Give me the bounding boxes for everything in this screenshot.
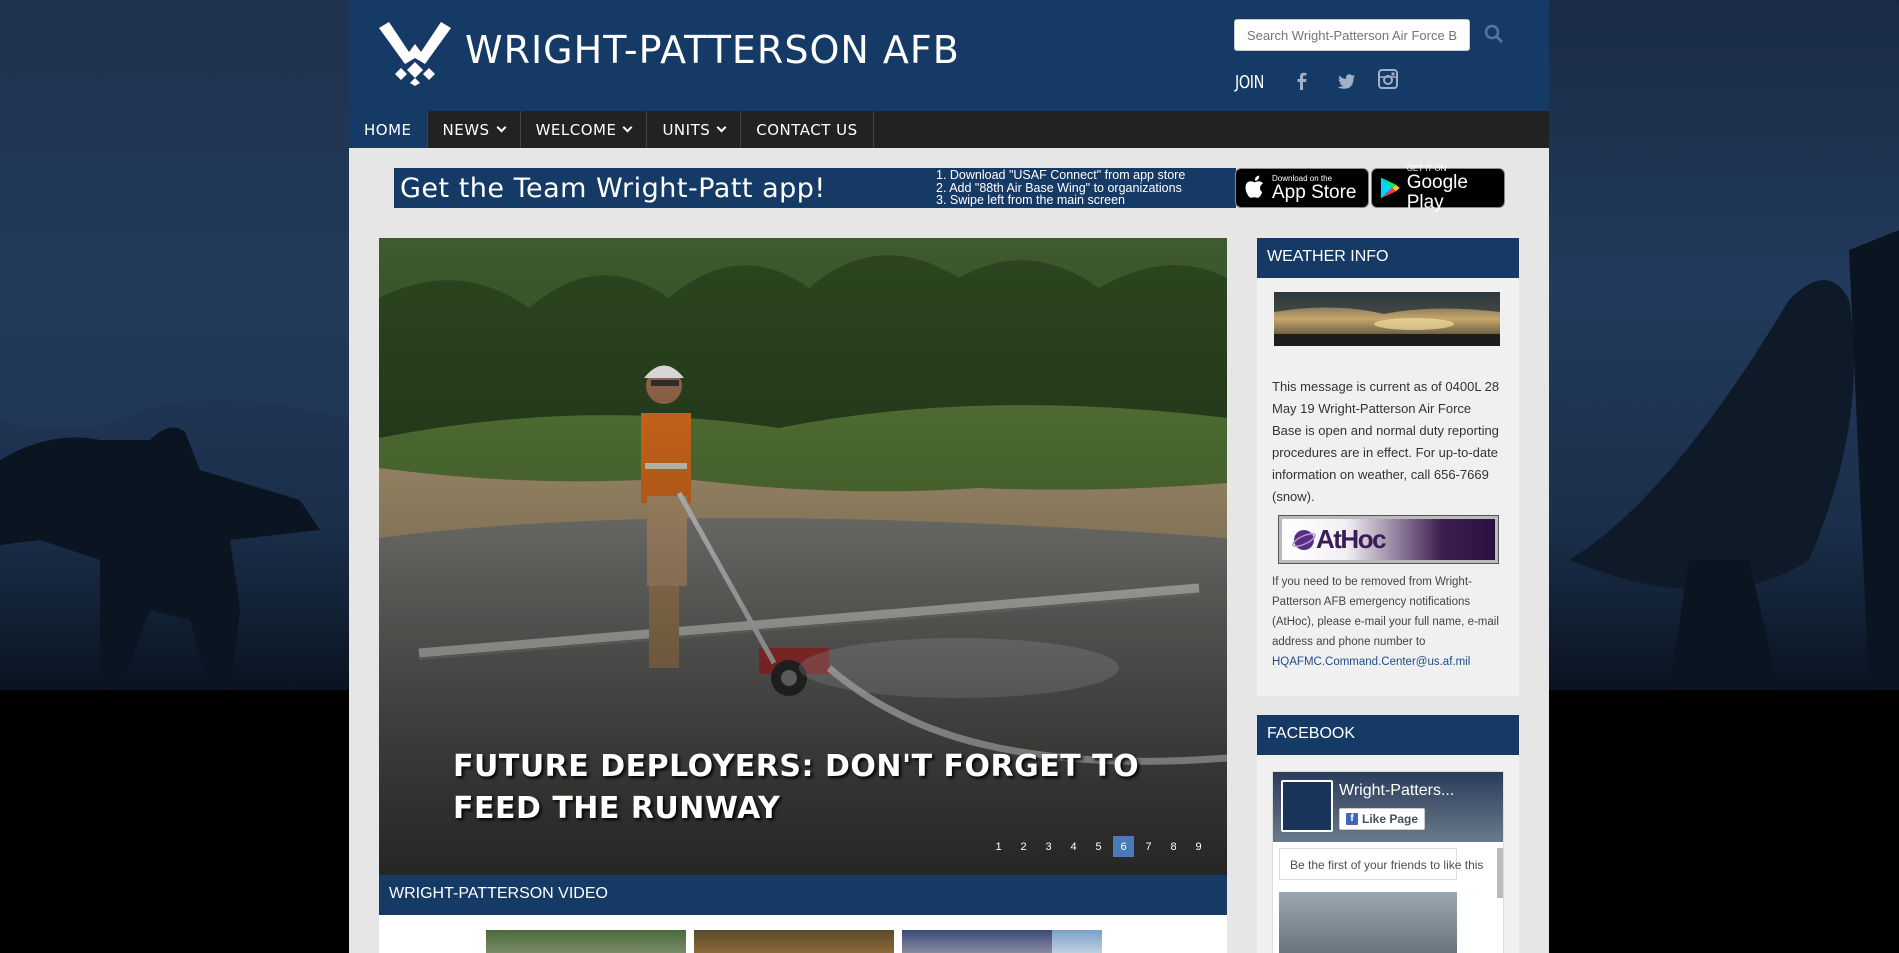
app-store-badge[interactable]: Download on the App Store bbox=[1235, 168, 1369, 208]
video-section bbox=[379, 915, 1227, 953]
chevron-down-icon bbox=[623, 122, 633, 133]
athoc-banner[interactable]: AtHoc bbox=[1278, 515, 1499, 564]
instagram-icon[interactable] bbox=[1377, 68, 1399, 90]
site-title[interactable]: WRIGHT-PATTERSON AFB bbox=[465, 28, 960, 72]
google-play-icon bbox=[1380, 177, 1400, 199]
video-thumbnail[interactable] bbox=[486, 930, 686, 953]
nav-label: UNITS bbox=[662, 120, 711, 139]
facebook-heading: FACEBOOK bbox=[1257, 715, 1519, 755]
carousel-caption[interactable]: FUTURE DEPLOYERS: DON'T FORGET TO FEED T… bbox=[453, 746, 1173, 830]
carousel-page-2[interactable]: 2 bbox=[1013, 836, 1034, 857]
facebook-scrollbar[interactable] bbox=[1497, 848, 1503, 898]
app-promo-banner[interactable]: Get the Team Wright-Patt app! 1. Downloa… bbox=[394, 168, 1236, 208]
apple-icon bbox=[1245, 175, 1263, 198]
nav-item-home[interactable]: HOME bbox=[349, 111, 428, 148]
nav-label: WELCOME bbox=[535, 120, 617, 139]
chevron-down-icon bbox=[496, 122, 507, 133]
facebook-widget[interactable]: Wright-Patters... f Like Page Be the firs… bbox=[1272, 771, 1504, 953]
nav-item-contact-us[interactable]: CONTACT US bbox=[741, 111, 874, 148]
carousel-page-8[interactable]: 8 bbox=[1163, 836, 1184, 857]
video-thumbnail[interactable] bbox=[1052, 930, 1102, 953]
background-right-dish-silhouette bbox=[1549, 0, 1899, 953]
athoc-info: If you need to be removed from Wright-Pa… bbox=[1272, 572, 1504, 672]
site-header: WRIGHT-PATTERSON AFB JOIN bbox=[349, 0, 1549, 111]
carousel-page-3[interactable]: 3 bbox=[1038, 836, 1059, 857]
app-store-big: App Store bbox=[1272, 181, 1357, 203]
carousel-pager: 123456789 bbox=[988, 836, 1209, 857]
weather-heading: WEATHER INFO bbox=[1257, 238, 1519, 278]
app-step: 1. Download "USAF Connect" from app stor… bbox=[936, 168, 1186, 183]
nav-label: NEWS bbox=[442, 120, 490, 139]
page-container: WRIGHT-PATTERSON AFB JOIN HOME NEWS WELC… bbox=[349, 0, 1549, 953]
carousel-page-9[interactable]: 9 bbox=[1188, 836, 1209, 857]
search-input[interactable] bbox=[1234, 19, 1470, 51]
chevron-down-icon bbox=[716, 122, 727, 133]
athoc-email-link[interactable]: HQAFMC.Command.Center@us.af.mil bbox=[1272, 656, 1470, 668]
weather-message: This message is current as of 0400L 28 M… bbox=[1272, 379, 1500, 504]
facebook-like-button[interactable]: f Like Page bbox=[1339, 808, 1426, 830]
facebook-friends-text: Be the first of your friends to like thi… bbox=[1279, 848, 1483, 880]
carousel-page-5[interactable]: 5 bbox=[1088, 836, 1109, 857]
facebook-icon: f bbox=[1346, 813, 1358, 825]
weather-sky-image[interactable] bbox=[1274, 292, 1500, 346]
weather-panel: WEATHER INFO This message is current as … bbox=[1257, 238, 1519, 696]
video-thumbnail[interactable] bbox=[694, 930, 894, 953]
video-thumbnail[interactable] bbox=[902, 930, 1052, 953]
facebook-like-label: Like Page bbox=[1362, 812, 1419, 826]
athoc-logo-icon bbox=[1292, 529, 1316, 550]
carousel-page-6[interactable]: 6 bbox=[1113, 836, 1134, 857]
carousel-page-4[interactable]: 4 bbox=[1063, 836, 1084, 857]
main-nav: HOME NEWS WELCOME UNITS CONTACT US bbox=[349, 111, 1549, 148]
athoc-logo: AtHoc bbox=[1316, 524, 1387, 554]
google-play-big: Google Play bbox=[1406, 171, 1468, 213]
video-section-heading: WRIGHT-PATTERSON VIDEO bbox=[379, 875, 1227, 915]
search-icon[interactable] bbox=[1482, 22, 1506, 46]
nav-label: CONTACT US bbox=[756, 120, 858, 139]
nav-item-news[interactable]: NEWS bbox=[428, 111, 521, 148]
athoc-info-text: If you need to be removed from Wright-Pa… bbox=[1272, 576, 1499, 648]
app-banner-title: Get the Team Wright-Patt app! bbox=[400, 172, 826, 204]
app-banner-steps: 1. Download "USAF Connect" from app stor… bbox=[934, 169, 1185, 207]
google-play-badge[interactable]: GET IT ON Google Play bbox=[1371, 164, 1505, 212]
facebook-post-image[interactable] bbox=[1279, 892, 1457, 953]
hero-carousel[interactable]: FUTURE DEPLOYERS: DON'T FORGET TO FEED T… bbox=[379, 238, 1227, 875]
background-left-jet-silhouette bbox=[0, 0, 350, 953]
facebook-page-avatar[interactable] bbox=[1281, 780, 1333, 832]
twitter-icon[interactable] bbox=[1335, 70, 1357, 92]
app-step: 3. Swipe left from the main screen bbox=[936, 193, 1125, 208]
nav-item-units[interactable]: UNITS bbox=[647, 111, 742, 148]
carousel-page-1[interactable]: 1 bbox=[988, 836, 1009, 857]
carousel-page-7[interactable]: 7 bbox=[1138, 836, 1159, 857]
air-force-logo-icon[interactable] bbox=[379, 22, 451, 86]
nav-label: HOME bbox=[364, 120, 412, 139]
nav-item-welcome[interactable]: WELCOME bbox=[521, 111, 648, 148]
join-link[interactable]: JOIN bbox=[1235, 72, 1264, 93]
facebook-icon[interactable] bbox=[1291, 70, 1313, 92]
facebook-panel: FACEBOOK Wright-Patters... f Like Page Be… bbox=[1257, 715, 1519, 953]
facebook-page-name[interactable]: Wright-Patters... bbox=[1339, 782, 1454, 800]
